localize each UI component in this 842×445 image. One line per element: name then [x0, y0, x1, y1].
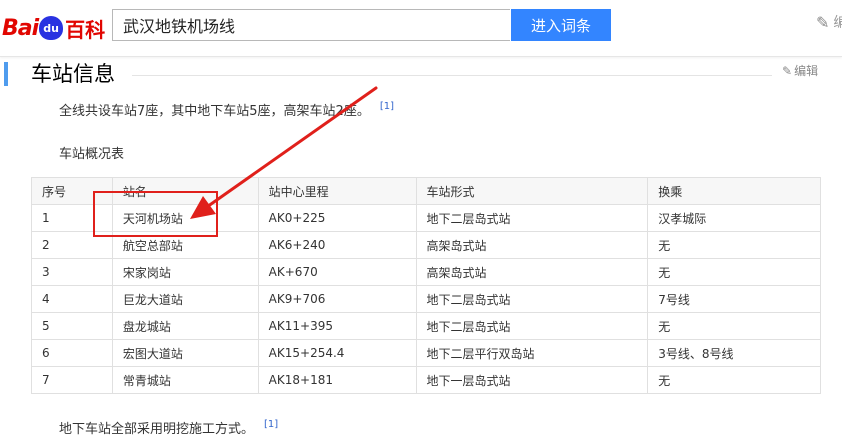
footer-text: 地下车站全部采用明挖施工方式。 — [59, 422, 255, 437]
cell-station-type: 地下二层岛式站 — [415, 204, 649, 232]
header-transfer: 换乘 — [647, 177, 821, 205]
cell-index: 5 — [31, 312, 113, 340]
reference-link[interactable]: [1] — [380, 101, 394, 112]
edit-entry-link[interactable]: ✎ 编 — [816, 12, 842, 32]
cell-transfer: 无 — [647, 366, 821, 394]
intro-text: 全线共设车站7座，其中地下车站5座，高架车站2座。 — [59, 104, 370, 119]
header: Bai du 百科 进入词条 ✎ 编 — [0, 0, 842, 57]
cell-station-name: 常青城站 — [111, 366, 259, 394]
cell-station-type: 地下二层平行双岛站 — [415, 339, 649, 367]
cell-transfer: 3号线、8号线 — [647, 339, 821, 367]
cell-index: 3 — [31, 258, 113, 286]
header-station-type: 车站形式 — [415, 177, 649, 205]
section-edit-link[interactable]: ✎ 编辑 — [782, 62, 818, 79]
table-row: 3 宋家岗站 AK+670 高架岛式站 无 — [31, 258, 821, 286]
section-marker — [4, 62, 8, 86]
reference-link[interactable]: [1] — [264, 419, 278, 430]
cell-station-type: 高架岛式站 — [415, 258, 649, 286]
table-caption: 车站概况表 — [59, 147, 125, 162]
cell-mileage: AK9+706 — [257, 285, 417, 313]
cell-index: 4 — [31, 285, 113, 313]
cell-transfer: 无 — [647, 312, 821, 340]
cell-station-name: 宋家岗站 — [111, 258, 259, 286]
cell-index: 6 — [31, 339, 113, 367]
cell-mileage: AK0+225 — [257, 204, 417, 232]
paw-icon: du — [39, 16, 64, 40]
cell-mileage: AK6+240 — [257, 231, 417, 259]
cell-transfer: 无 — [647, 258, 821, 286]
logo-baike: 百科 — [65, 17, 106, 42]
section-edit-label: 编辑 — [794, 64, 819, 78]
cell-station-name: 巨龙大道站 — [111, 285, 259, 313]
table-row: 4 巨龙大道站 AK9+706 地下二层岛式站 7号线 — [31, 285, 821, 313]
cell-station-type: 地下二层岛式站 — [415, 285, 649, 313]
table-row: 7 常青城站 AK18+181 地下一层岛式站 无 — [31, 366, 821, 394]
pencil-icon: ✎ — [782, 63, 793, 78]
table-row: 5 盘龙城站 AK11+395 地下二层岛式站 无 — [31, 312, 821, 340]
cell-transfer: 汉孝城际 — [647, 204, 821, 232]
cell-index: 7 — [31, 366, 113, 394]
search-input[interactable] — [112, 9, 510, 41]
footer-paragraph: 地下车站全部采用明挖施工方式。 [1] — [59, 418, 278, 437]
cell-mileage: AK11+395 — [257, 312, 417, 340]
cell-mileage: AK15+254.4 — [257, 339, 417, 367]
highlight-box — [93, 191, 218, 237]
cell-station-name: 盘龙城站 — [111, 312, 259, 340]
table-row: 6 宏图大道站 AK15+254.4 地下二层平行双岛站 3号线、8号线 — [31, 339, 821, 367]
cell-station-type: 地下二层岛式站 — [415, 312, 649, 340]
cell-mileage: AK18+181 — [257, 366, 417, 394]
cell-transfer: 7号线 — [647, 285, 821, 313]
pencil-icon: ✎ — [816, 12, 830, 32]
baidu-baike-logo[interactable]: Bai du 百科 — [2, 8, 105, 48]
header-mileage: 站中心里程 — [257, 177, 417, 205]
cell-station-name: 宏图大道站 — [111, 339, 259, 367]
cell-mileage: AK+670 — [257, 258, 417, 286]
cell-transfer: 无 — [647, 231, 821, 259]
logo-bai: Bai — [2, 15, 39, 41]
section-title: 车站信息 — [31, 62, 115, 86]
cell-station-type: 地下一层岛式站 — [415, 366, 649, 394]
enter-entry-button[interactable]: 进入词条 — [511, 9, 611, 41]
section-divider — [132, 75, 772, 76]
intro-paragraph: 全线共设车站7座，其中地下车站5座，高架车站2座。 [1] — [59, 100, 394, 119]
cell-station-type: 高架岛式站 — [415, 231, 649, 259]
edit-label: 编 — [833, 15, 842, 31]
